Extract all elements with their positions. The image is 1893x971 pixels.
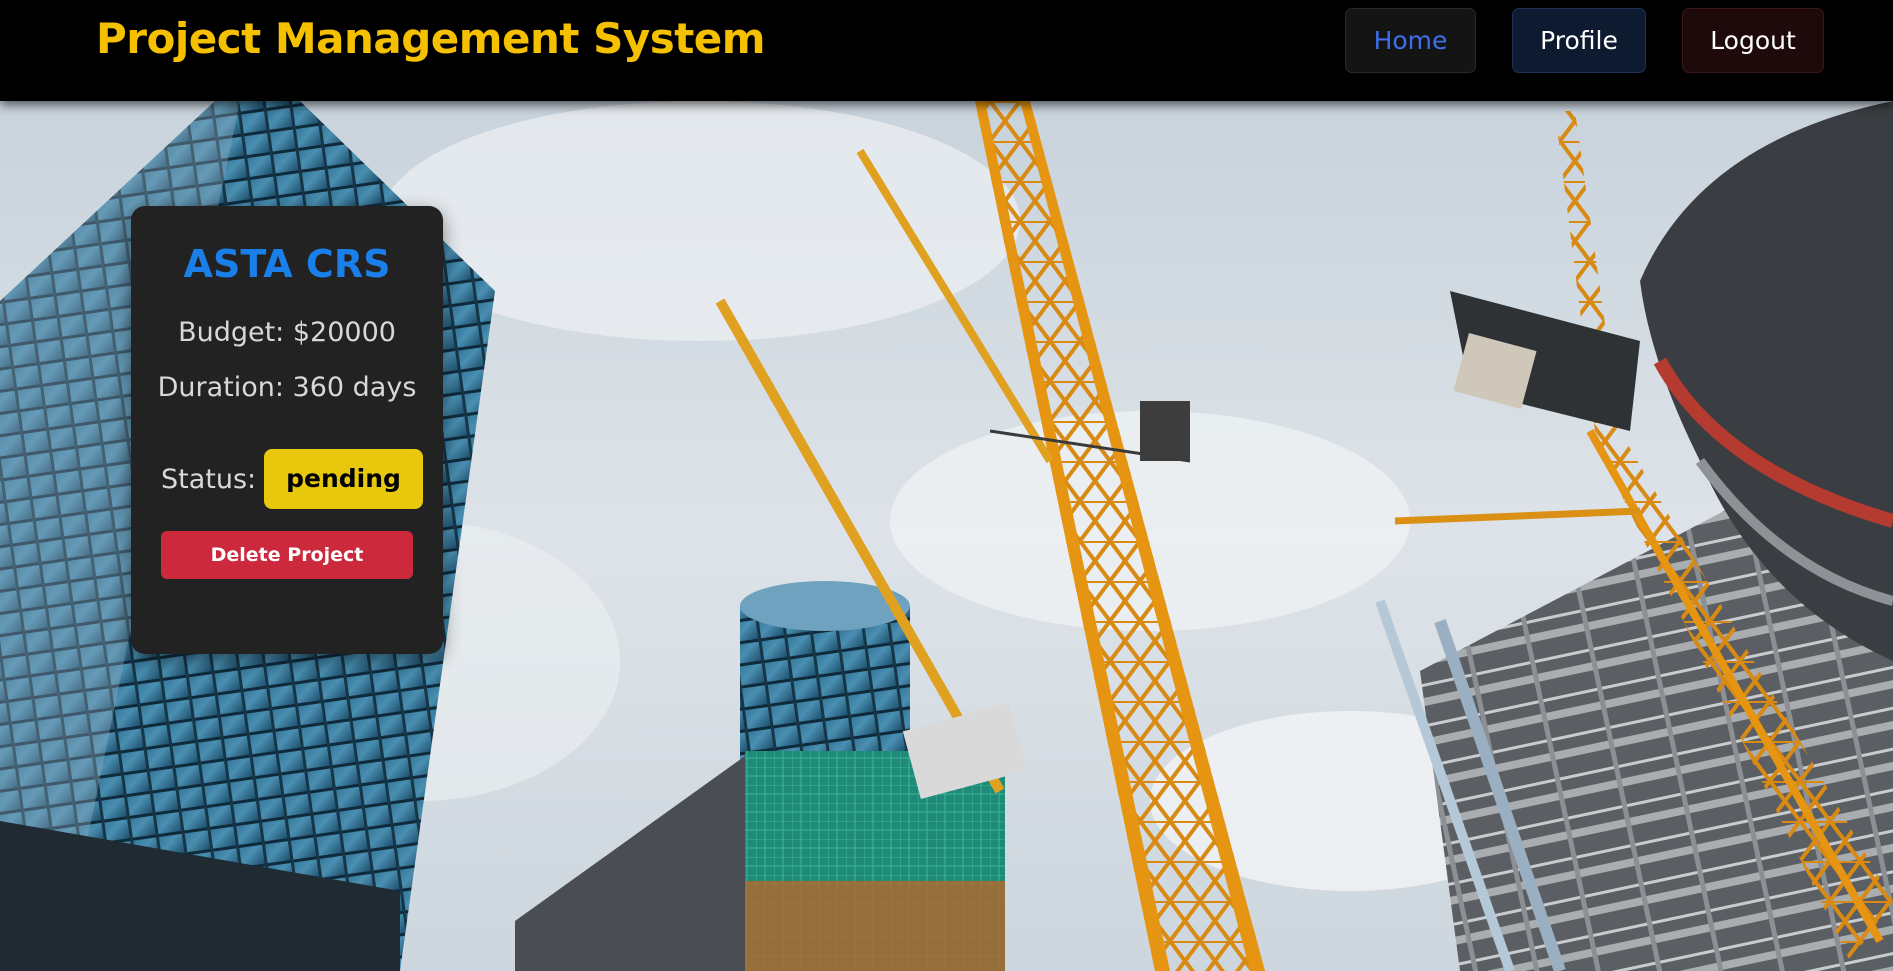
- status-label: Status:: [161, 463, 257, 495]
- nav-profile-button[interactable]: Profile: [1512, 8, 1646, 73]
- top-navbar: Project Management System Home Profile L…: [0, 0, 1893, 101]
- nav-logout-button[interactable]: Logout: [1682, 8, 1824, 73]
- nav-home-button[interactable]: Home: [1345, 8, 1476, 73]
- delete-project-button[interactable]: Delete Project: [161, 531, 413, 579]
- project-card: ASTA CRS Budget: $20000 Duration: 360 da…: [131, 206, 443, 654]
- project-duration: Duration: 360 days: [157, 372, 417, 403]
- project-name: ASTA CRS: [183, 242, 391, 286]
- status-badge: pending: [264, 449, 423, 509]
- project-budget: Budget: $20000: [178, 317, 396, 348]
- app-title: Project Management System: [96, 14, 766, 63]
- status-row: Status: pending: [161, 449, 423, 509]
